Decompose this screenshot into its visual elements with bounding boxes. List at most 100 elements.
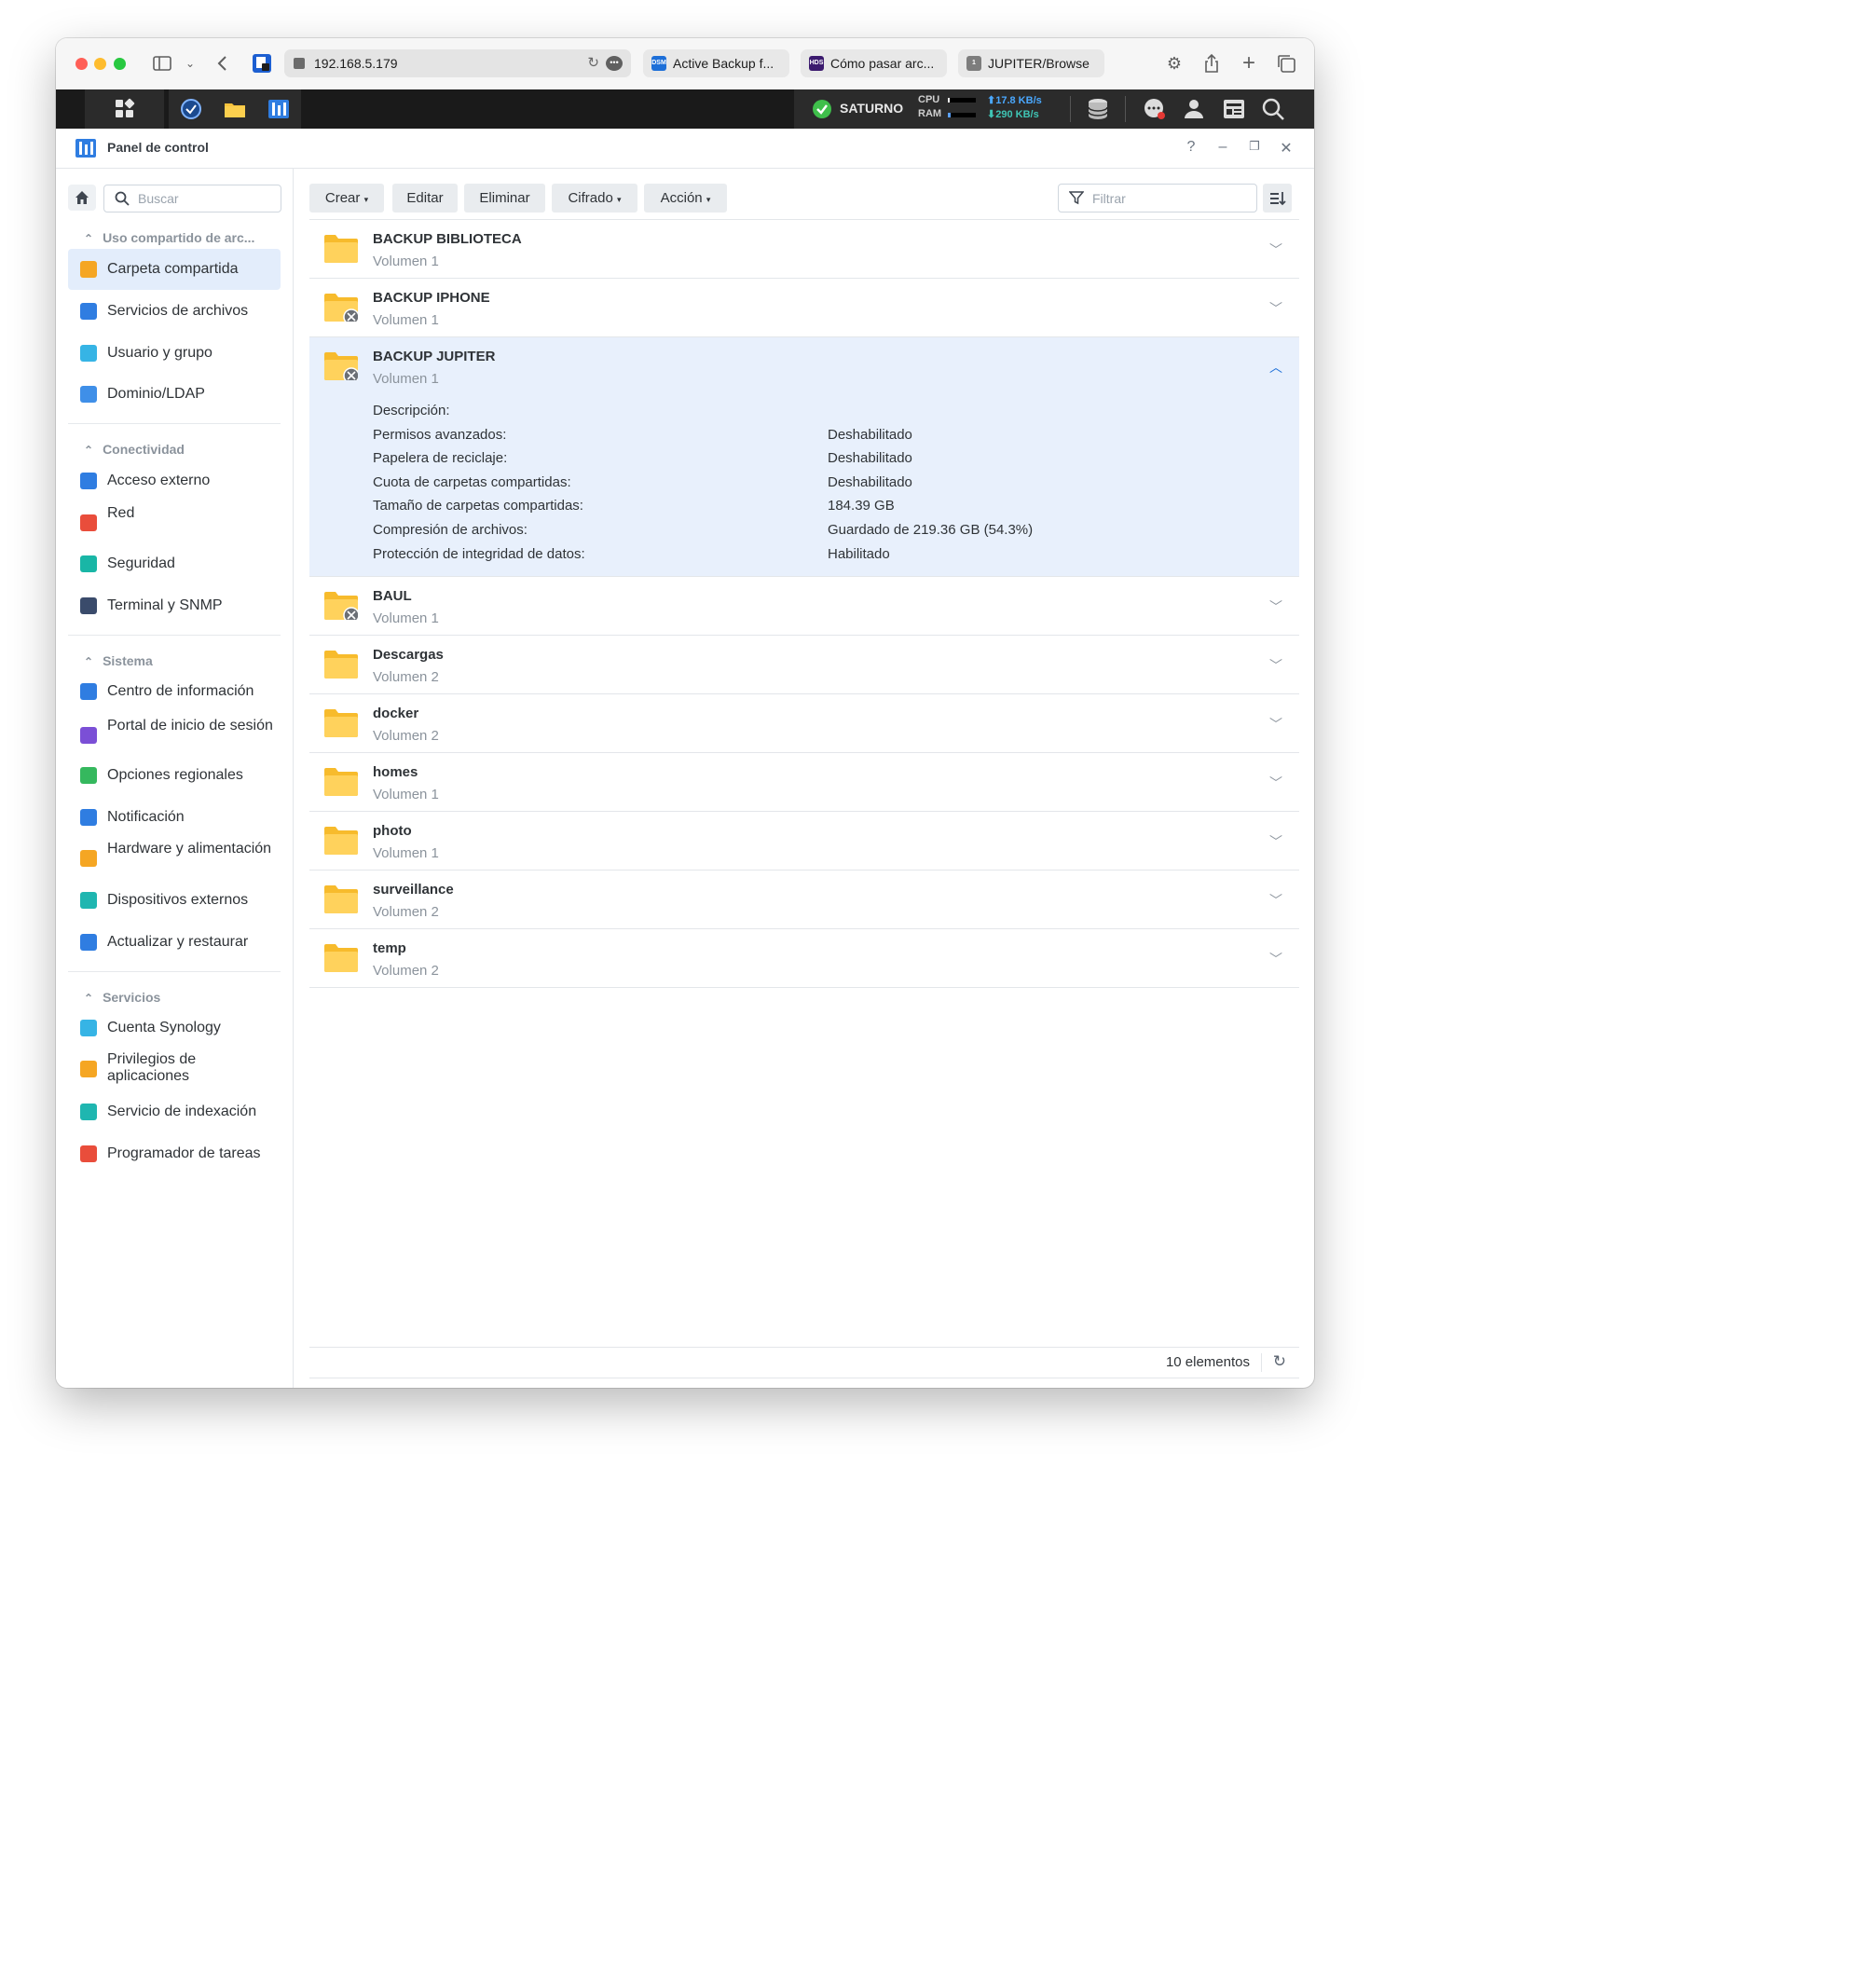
folder-row[interactable]: homes Volumen 1 ﹀ <box>309 752 1299 811</box>
edit-button[interactable]: Editar <box>392 184 458 213</box>
refresh-icon[interactable]: ↻ <box>1273 1352 1286 1371</box>
chevron-down-icon[interactable]: ﹀ <box>1269 832 1282 851</box>
sidebar-item[interactable]: Red <box>68 502 281 543</box>
folder-icon <box>324 885 358 913</box>
zoom-window-button[interactable] <box>114 58 126 70</box>
sidebar-item-label: Privilegios de aplicaciones <box>107 1051 197 1084</box>
sidebar-section-header[interactable]: ⌃ Sistema <box>84 653 153 668</box>
search-icon[interactable] <box>1261 97 1285 121</box>
chevron-down-icon[interactable]: ﹀ <box>1269 240 1282 259</box>
more-options-icon[interactable]: ••• <box>606 56 623 71</box>
close-icon[interactable]: ✕ <box>1277 139 1295 158</box>
messages-chat-icon[interactable] <box>1143 97 1167 121</box>
sidebar-item[interactable]: Dominio/LDAP <box>68 374 281 415</box>
sidebar-item[interactable]: Privilegios de aplicaciones <box>68 1049 281 1090</box>
sidebar-item-label: Actualizar y restaurar <box>107 934 249 950</box>
help-icon[interactable]: ? <box>1182 139 1200 156</box>
sidebar-item[interactable]: Actualizar y restaurar <box>68 922 281 963</box>
folder-row[interactable]: photo Volumen 1 ﹀ <box>309 811 1299 870</box>
sidebar-item[interactable]: Dispositivos externos <box>68 880 281 921</box>
create-button[interactable]: Crear ▾ <box>309 184 384 213</box>
sidebar-section-header[interactable]: ⌃ Servicios <box>84 990 160 1005</box>
sidebar-item[interactable]: Programador de tareas <box>68 1133 281 1174</box>
minimize-window-button[interactable] <box>94 58 106 70</box>
minimize-icon[interactable]: – <box>1213 139 1232 156</box>
home-button[interactable] <box>68 185 96 211</box>
address-bar[interactable]: 192.168.5.179 ↻ ••• <box>284 49 631 77</box>
active-backup-app-icon[interactable] <box>179 97 203 121</box>
close-window-button[interactable] <box>75 58 88 70</box>
user-account-icon[interactable] <box>1182 97 1206 121</box>
folder-row[interactable]: BAUL Volumen 1 ﹀ <box>309 576 1299 635</box>
folder-row[interactable]: docker Volumen 2 ﹀ <box>309 693 1299 752</box>
search-input[interactable] <box>136 188 275 209</box>
chevron-down-icon[interactable]: ﹀ <box>1269 656 1282 675</box>
folder-row[interactable]: surveillance Volumen 2 ﹀ <box>309 870 1299 928</box>
action-button[interactable]: Acción ▾ <box>644 184 727 213</box>
chevron-down-icon[interactable]: ﹀ <box>1269 597 1282 616</box>
chevron-down-icon[interactable]: ﹀ <box>1269 299 1282 318</box>
chevron-down-icon[interactable]: ﹀ <box>1269 774 1282 792</box>
app-privileges-icon <box>80 1061 97 1077</box>
password-extension-icon[interactable] <box>252 53 272 74</box>
widgets-icon[interactable] <box>1222 97 1246 121</box>
encryption-button[interactable]: Cifrado ▾ <box>552 184 637 213</box>
sidebar-item[interactable]: Cuenta Synology <box>68 1008 281 1049</box>
divider <box>1125 96 1126 122</box>
file-station-app-icon[interactable] <box>223 97 247 121</box>
sidebar-item[interactable]: Centro de información <box>68 671 281 712</box>
control-panel-app-icon[interactable] <box>267 97 291 121</box>
sidebar-toggle-icon[interactable] <box>152 53 172 74</box>
sidebar-item[interactable]: Opciones regionales <box>68 755 281 796</box>
sidebar-item[interactable]: Servicios de archivos <box>68 291 281 332</box>
share-icon[interactable] <box>1201 53 1222 74</box>
main-menu-button[interactable] <box>85 89 164 129</box>
tab-overview-icon[interactable] <box>1276 53 1296 74</box>
browser-tab-2[interactable]: HDS Cómo pasar arc... <box>801 49 947 77</box>
new-tab-icon[interactable]: + <box>1239 52 1259 75</box>
delete-button[interactable]: Eliminar <box>464 184 545 213</box>
sidebar-item[interactable]: Hardware y alimentación <box>68 838 281 879</box>
tab-group-chevron-icon[interactable]: ⌄ <box>180 53 200 74</box>
server-name[interactable]: SATURNO <box>840 101 903 116</box>
chevron-down-icon[interactable]: ﹀ <box>1269 950 1282 968</box>
folder-row[interactable]: BACKUP BIBLIOTECA Volumen 1 ﹀ <box>309 219 1299 278</box>
sidebar-item[interactable]: Terminal y SNMP <box>68 585 281 626</box>
browser-tab-3[interactable]: 1 JUPITER/Browse <box>958 49 1104 77</box>
filter-input[interactable] <box>1090 188 1253 209</box>
storage-database-icon[interactable] <box>1086 97 1110 121</box>
sidebar-item-label: Notificación <box>107 809 185 825</box>
sidebar-item[interactable]: Seguridad <box>68 543 281 584</box>
sidebar: ⌃ Uso compartido de arc... Carpeta compart… <box>56 169 294 1388</box>
filter-box <box>1058 184 1257 213</box>
section-title: Sistema <box>103 653 153 668</box>
chevron-down-icon[interactable]: ﹀ <box>1269 715 1282 734</box>
back-icon[interactable] <box>212 53 233 74</box>
sidebar-item-label: Carpeta compartida <box>107 261 239 277</box>
sidebar-item[interactable]: Acceso externo <box>68 460 281 501</box>
reload-icon[interactable]: ↻ <box>587 54 599 71</box>
user-group-icon <box>80 345 97 362</box>
synology-account-icon <box>80 1020 97 1036</box>
folder-icon <box>324 944 358 972</box>
settings-gear-icon[interactable]: ⚙ <box>1164 53 1185 74</box>
sidebar-item[interactable]: Portal de inicio de sesión <box>68 715 281 756</box>
sort-button[interactable] <box>1263 184 1292 213</box>
folder-row[interactable]: BACKUP IPHONE Volumen 1 ﹀ <box>309 278 1299 336</box>
sidebar-item[interactable]: Servicio de indexación <box>68 1091 281 1132</box>
folder-name: docker <box>373 706 419 721</box>
sidebar-item[interactable]: Notificación <box>68 797 281 838</box>
sidebar-item[interactable]: Usuario y grupo <box>68 333 281 374</box>
folder-row[interactable]: BACKUP JUPITER Volumen 1 ︿ Descripción: Perm… <box>309 336 1299 576</box>
restore-icon[interactable]: ❐ <box>1245 139 1264 154</box>
sidebar-item[interactable]: Carpeta compartida <box>68 249 281 290</box>
sidebar-item-label: Opciones regionales <box>107 767 243 783</box>
sidebar-section-header[interactable]: ⌃ Conectividad <box>84 442 185 457</box>
item-count: 10 elementos <box>1165 1354 1250 1370</box>
browser-tab-1[interactable]: DSM Active Backup f... <box>643 49 789 77</box>
sidebar-section-header[interactable]: ⌃ Uso compartido de arc... <box>84 230 254 245</box>
folder-row[interactable]: Descargas Volumen 2 ﹀ <box>309 635 1299 693</box>
chevron-down-icon[interactable]: ﹀ <box>1269 891 1282 910</box>
folder-row[interactable]: temp Volumen 2 ﹀ <box>309 928 1299 987</box>
chevron-up-icon[interactable]: ︿ <box>1269 358 1282 377</box>
